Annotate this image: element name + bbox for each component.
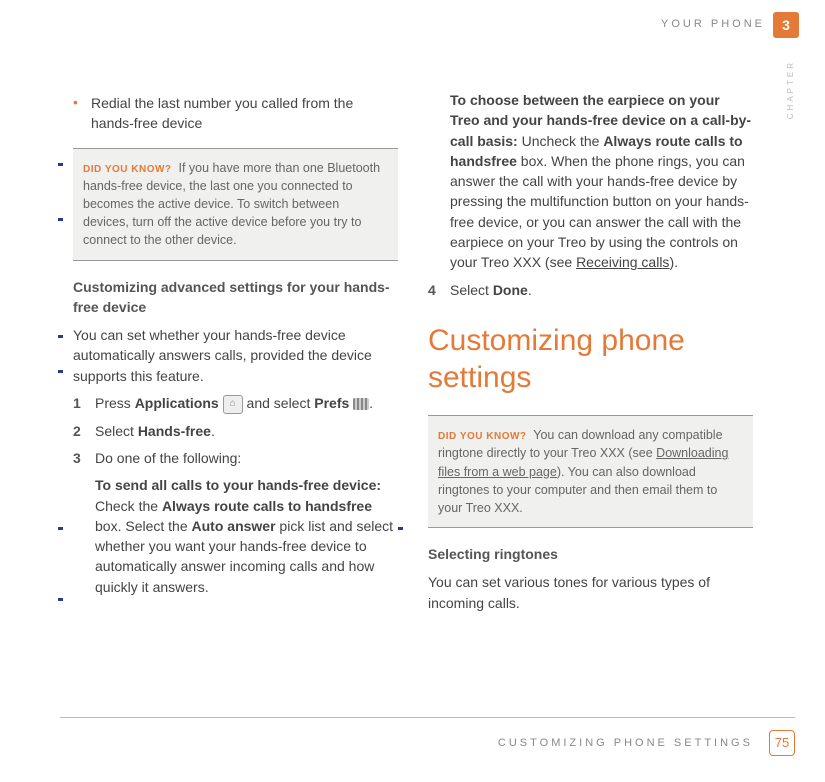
chapter-number-badge: 3 [773,12,799,38]
header-text: YOUR PHONE [661,18,765,30]
home-key-icon: ⌂ [223,395,243,414]
page: YOUR PHONE 3 CHAPTER • Redial the last n… [0,0,825,782]
step-2: 2 Select Hands-free. [73,421,398,441]
receiving-calls-link[interactable]: Receiving calls [576,254,669,270]
section-title: Customizing phone settings [428,322,753,397]
done-label: Done [493,282,528,298]
bullet-dot-icon: • [73,93,91,134]
subsection-text: You can set various tones for various ty… [428,572,753,613]
step-number: 1 [73,393,95,414]
step-body: Select Hands-free. [95,421,398,441]
step-number: 3 [73,448,95,468]
applications-label: Applications [135,395,219,411]
step-body: Do one of the following: [95,448,398,468]
section-intro: You can set whether your hands-free devi… [73,325,398,386]
footer-text: CUSTOMIZING PHONE SETTINGS [498,737,753,749]
tip-label: DID YOU KNOW? [438,431,527,442]
tip-callout: DID YOU KNOW? If you have more than one … [73,148,398,261]
section-heading: Customizing advanced settings for your h… [73,277,398,318]
page-number: 75 [769,730,795,756]
step-4: 4 Select Done. [428,280,753,300]
step-3-option-b: To choose between the earpiece on your T… [450,90,753,273]
footer: CUSTOMIZING PHONE SETTINGS 75 [60,717,795,756]
step-3: 3 Do one of the following: [73,448,398,468]
handsfree-label: Hands-free [138,423,211,439]
right-column: To choose between the earpiece on your T… [428,90,753,613]
step-number: 4 [428,280,450,300]
left-column: • Redial the last number you called from… [73,90,398,613]
step-3-option: To send all calls to your hands-free dev… [95,475,398,597]
bullet-text: Redial the last number you called from t… [91,93,398,134]
tip-label: DID YOU KNOW? [83,164,172,175]
option-title: To send all calls to your hands-free dev… [95,477,381,493]
chapter-label-vertical: CHAPTER [786,60,795,119]
step-body: Press Applications ⌂ and select Prefs . [95,393,398,414]
tip-callout-2: DID YOU KNOW? You can download any compa… [428,415,753,528]
step-body: Select Done. [450,280,753,300]
content-columns: • Redial the last number you called from… [73,90,753,613]
step-number: 2 [73,421,95,441]
prefs-label: Prefs [314,395,349,411]
bullet-item: • Redial the last number you called from… [73,93,398,134]
subsection-heading: Selecting ringtones [428,544,753,564]
prefs-icon [353,398,369,410]
step-1: 1 Press Applications ⌂ and select Prefs … [73,393,398,414]
